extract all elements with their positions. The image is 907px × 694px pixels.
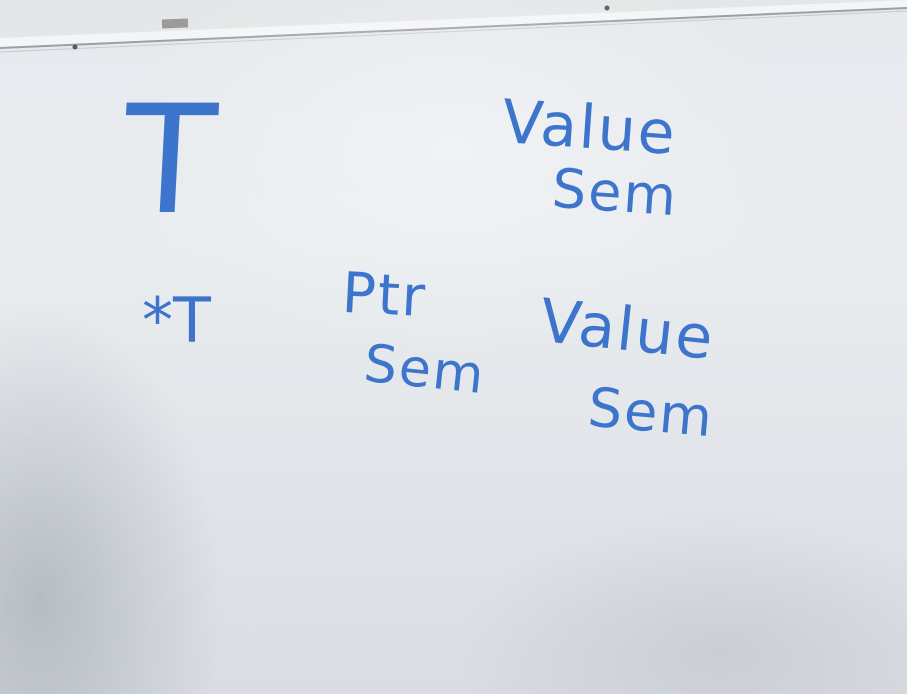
whiteboard-photo: T Value Sem *T Ptr Sem Value Sem	[0, 0, 907, 694]
ptr-label: Ptr	[340, 260, 429, 331]
value-label-row1: Value	[499, 86, 679, 170]
sem-label-ptr: Sem	[361, 333, 489, 407]
type-ptr-t-label: *T	[142, 284, 211, 357]
type-t-label: T	[119, 74, 221, 248]
marker-tray	[0, 0, 907, 53]
sem-label-row2: Sem	[585, 375, 717, 450]
sem-label-row1: Sem	[549, 156, 681, 229]
value-label-row2: Value	[536, 286, 718, 374]
